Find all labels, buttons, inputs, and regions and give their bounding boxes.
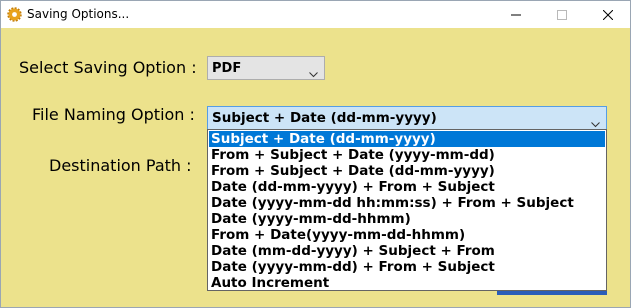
dropdown-option[interactable]: From + Date(yyyy-mm-dd-hhmm) — [209, 227, 605, 243]
title-bar[interactable]: Saving Options... — [1, 1, 630, 28]
saving-option-label: Select Saving Option : — [19, 58, 197, 77]
saving-options-window: Saving Options... Select Saving Option :… — [0, 0, 631, 308]
saving-option-value: PDF — [212, 61, 242, 76]
dropdown-option[interactable]: Date (yyyy-mm-dd-hhmm) — [209, 211, 605, 227]
close-button[interactable] — [585, 1, 631, 28]
dropdown-option[interactable]: Date (yyyy-mm-dd) + From + Subject — [209, 259, 605, 275]
minimize-button[interactable] — [493, 1, 539, 28]
maximize-icon — [557, 9, 567, 20]
file-naming-value: Subject + Date (dd-mm-yyyy) — [212, 110, 437, 126]
file-naming-label: File Naming Option : — [32, 105, 195, 124]
minimize-icon — [511, 14, 521, 15]
dropdown-option[interactable]: From + Subject + Date (dd-mm-yyyy) — [209, 163, 605, 179]
close-icon — [603, 9, 613, 20]
window-title: Saving Options... — [27, 7, 130, 21]
chevron-down-icon — [309, 65, 318, 83]
maximize-button[interactable] — [539, 1, 585, 28]
dropdown-option[interactable]: Date (mm-dd-yyyy) + Subject + From — [209, 243, 605, 259]
saving-option-select[interactable]: PDF — [207, 56, 325, 80]
dropdown-option[interactable]: Auto Increment — [209, 275, 605, 291]
dropdown-option[interactable]: Subject + Date (dd-mm-yyyy) — [209, 131, 605, 147]
file-naming-dropdown-list[interactable]: Subject + Date (dd-mm-yyyy) From + Subje… — [207, 129, 607, 291]
file-naming-select[interactable]: Subject + Date (dd-mm-yyyy) — [207, 106, 607, 130]
dropdown-option[interactable]: From + Subject + Date (yyyy-mm-dd) — [209, 147, 605, 163]
destination-path-label: Destination Path : — [49, 156, 192, 175]
dropdown-option[interactable]: Date (yyyy-mm-dd hh:mm:ss) + From + Subj… — [209, 195, 605, 211]
gear-icon — [7, 7, 22, 22]
dropdown-option[interactable]: Date (dd-mm-yyyy) + From + Subject — [209, 179, 605, 195]
